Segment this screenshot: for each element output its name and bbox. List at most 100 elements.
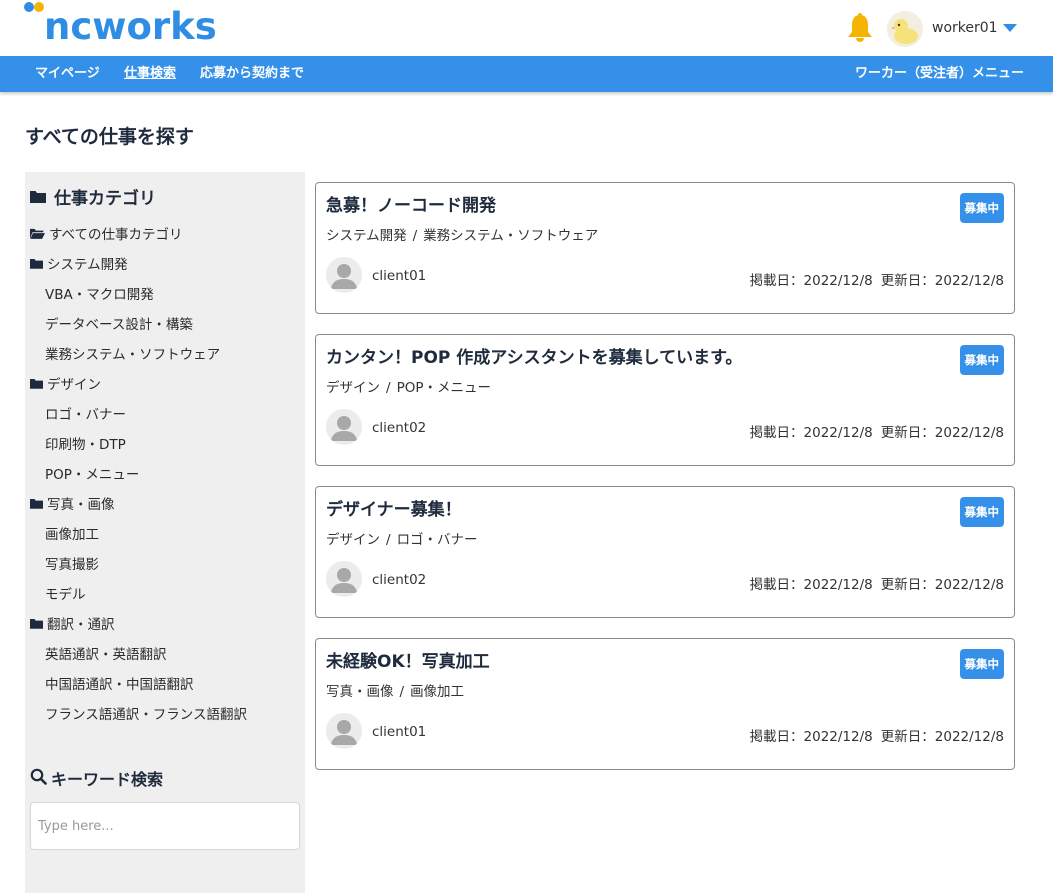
category-item[interactable]: システム開発 <box>25 248 305 278</box>
job-subcategory: ロゴ・バナー <box>396 532 478 548</box>
category-item[interactable]: 写真・画像 <box>25 488 305 518</box>
updated-date: 更新日：2022/12/8 <box>880 273 1004 289</box>
nav-mypage[interactable]: マイページ <box>35 65 100 83</box>
category-label: 写真撮影 <box>45 557 99 573</box>
category-label: すべての仕事カテゴリ <box>49 227 183 243</box>
category-label: システム開発 <box>47 257 128 273</box>
keyword-search-input[interactable] <box>30 802 300 850</box>
client-name: client01 <box>372 724 427 740</box>
separator: / <box>412 228 418 244</box>
category-label: 英語通訳・英語翻訳 <box>45 647 167 663</box>
client-name: client02 <box>372 572 427 588</box>
subcategory-item[interactable]: 中国語通訳・中国語翻訳 <box>25 668 305 698</box>
job-dates: 掲載日：2022/12/8 更新日：2022/12/8 <box>750 728 1004 746</box>
subcategory-item[interactable]: モデル <box>25 578 305 608</box>
updated-date: 更新日：2022/12/8 <box>880 577 1004 593</box>
logo[interactable]: ncworks <box>24 0 224 56</box>
separator: / <box>386 380 391 396</box>
client-avatar-icon <box>326 257 362 293</box>
posted-date: 掲載日：2022/12/8 <box>749 425 873 441</box>
posted-date: 掲載日：2022/12/8 <box>749 577 873 593</box>
category-heading-label: 仕事カテゴリ <box>54 188 156 209</box>
category-label: デザイン <box>47 377 101 393</box>
folder-icon <box>30 190 46 203</box>
status-badge: 募集中 <box>959 345 1004 375</box>
job-dates: 掲載日：2022/12/8 更新日：2022/12/8 <box>750 576 1004 594</box>
caret-down-icon[interactable] <box>1003 24 1017 32</box>
category-item[interactable]: デザイン <box>25 368 305 398</box>
client-avatar-icon <box>326 713 362 749</box>
folder-icon <box>30 258 43 269</box>
client-avatar-icon <box>326 409 362 445</box>
subcategory-item[interactable]: VBA・マクロ開発 <box>25 278 305 308</box>
job-subcategory: POP・メニュー <box>396 380 491 396</box>
bell-icon[interactable] <box>845 12 875 44</box>
job-category: システム開発 <box>326 228 407 244</box>
main-nav: マイページ 仕事検索 応募から契約まで ワーカー（受注者）メニュー <box>0 56 1053 92</box>
category-label: 写真・画像 <box>47 497 115 513</box>
page-title: すべての仕事を探す <box>25 126 194 148</box>
category-label: VBA・マクロ開発 <box>45 287 154 303</box>
subcategory-item[interactable]: 画像加工 <box>25 518 305 548</box>
job-title[interactable]: 未経験OK！写真加工 <box>326 650 490 674</box>
job-category: デザイン <box>326 380 380 396</box>
category-label: データベース設計・構築 <box>45 317 193 333</box>
separator: / <box>399 684 405 700</box>
job-title[interactable]: デザイナー募集！ <box>326 498 462 522</box>
job-categories: デザイン / ロゴ・バナー <box>326 531 478 549</box>
keyword-heading: キーワード検索 <box>30 766 163 790</box>
category-heading: 仕事カテゴリ <box>30 184 156 209</box>
job-card[interactable]: カンタン！POP 作成アシスタントを募集しています。デザイン / POP・メニュー c… <box>315 334 1015 466</box>
status-badge: 募集中 <box>959 497 1004 527</box>
job-category: 写真・画像 <box>326 684 394 700</box>
client-name: client02 <box>372 420 427 436</box>
folder-icon <box>30 378 43 389</box>
folder-open-icon <box>30 228 45 239</box>
job-title[interactable]: 急募！ノーコード開発 <box>326 194 496 218</box>
subcategory-item[interactable]: POP・メニュー <box>25 458 305 488</box>
username[interactable]: worker01 <box>932 18 998 38</box>
status-badge: 募集中 <box>959 649 1004 679</box>
job-title[interactable]: カンタン！POP 作成アシスタントを募集しています。 <box>326 346 742 370</box>
category-label: ロゴ・バナー <box>45 407 126 423</box>
category-label: 翻訳・通訳 <box>47 617 115 633</box>
subcategory-item[interactable]: 印刷物・DTP <box>25 428 305 458</box>
posted-date: 掲載日：2022/12/8 <box>749 729 873 745</box>
category-label: フランス語通訳・フランス語翻訳 <box>45 707 247 723</box>
subcategory-item[interactable]: 英語通訳・英語翻訳 <box>25 638 305 668</box>
job-dates: 掲載日：2022/12/8 更新日：2022/12/8 <box>750 424 1004 442</box>
updated-date: 更新日：2022/12/8 <box>880 425 1004 441</box>
user-avatar[interactable] <box>887 11 923 47</box>
keyword-heading-label: キーワード検索 <box>51 770 164 789</box>
job-categories: システム開発 / 業務システム・ソフトウェア <box>326 227 598 245</box>
job-subcategory: 業務システム・ソフトウェア <box>423 228 599 244</box>
subcategory-item[interactable]: ロゴ・バナー <box>25 398 305 428</box>
category-label: POP・メニュー <box>45 467 140 483</box>
job-category: デザイン <box>326 532 380 548</box>
updated-date: 更新日：2022/12/8 <box>880 729 1004 745</box>
nav-job-search[interactable]: 仕事検索 <box>124 65 176 83</box>
job-subcategory: 画像加工 <box>410 684 465 700</box>
status-badge: 募集中 <box>959 193 1004 223</box>
nav-apply-to-contract[interactable]: 応募から契約まで <box>200 65 304 83</box>
category-label: 画像加工 <box>45 527 99 543</box>
job-card[interactable]: デザイナー募集！ デザイン / ロゴ・バナー client02 掲載日：2022/12/8… <box>315 486 1015 618</box>
job-card[interactable]: 急募！ノーコード開発 システム開発 / 業務システム・ソフトウェア client01 掲載… <box>315 182 1015 314</box>
subcategory-item[interactable]: データベース設計・構築 <box>25 308 305 338</box>
posted-date: 掲載日：2022/12/8 <box>749 273 873 289</box>
job-dates: 掲載日：2022/12/8 更新日：2022/12/8 <box>750 272 1004 290</box>
folder-icon <box>30 618 43 629</box>
category-item[interactable]: 翻訳・通訳 <box>25 608 305 638</box>
client-avatar-icon <box>326 561 362 597</box>
category-label: 業務システム・ソフトウェア <box>45 347 221 363</box>
logo-text: ncworks <box>44 5 217 48</box>
category-item[interactable]: すべての仕事カテゴリ <box>25 218 305 248</box>
subcategory-item[interactable]: 写真撮影 <box>25 548 305 578</box>
search-icon <box>30 768 47 789</box>
nav-worker-menu[interactable]: ワーカー（受注者）メニュー <box>855 65 1024 83</box>
job-card[interactable]: 未経験OK！写真加工写真・画像 / 画像加工 client01 掲載日：2022/12/… <box>315 638 1015 770</box>
subcategory-item[interactable]: 業務システム・ソフトウェア <box>25 338 305 368</box>
category-label: モデル <box>45 587 86 603</box>
sidebar: 仕事カテゴリ すべての仕事カテゴリ システム開発 VBA・マクロ開発データベース設計… <box>25 172 305 893</box>
subcategory-item[interactable]: フランス語通訳・フランス語翻訳 <box>25 698 305 728</box>
